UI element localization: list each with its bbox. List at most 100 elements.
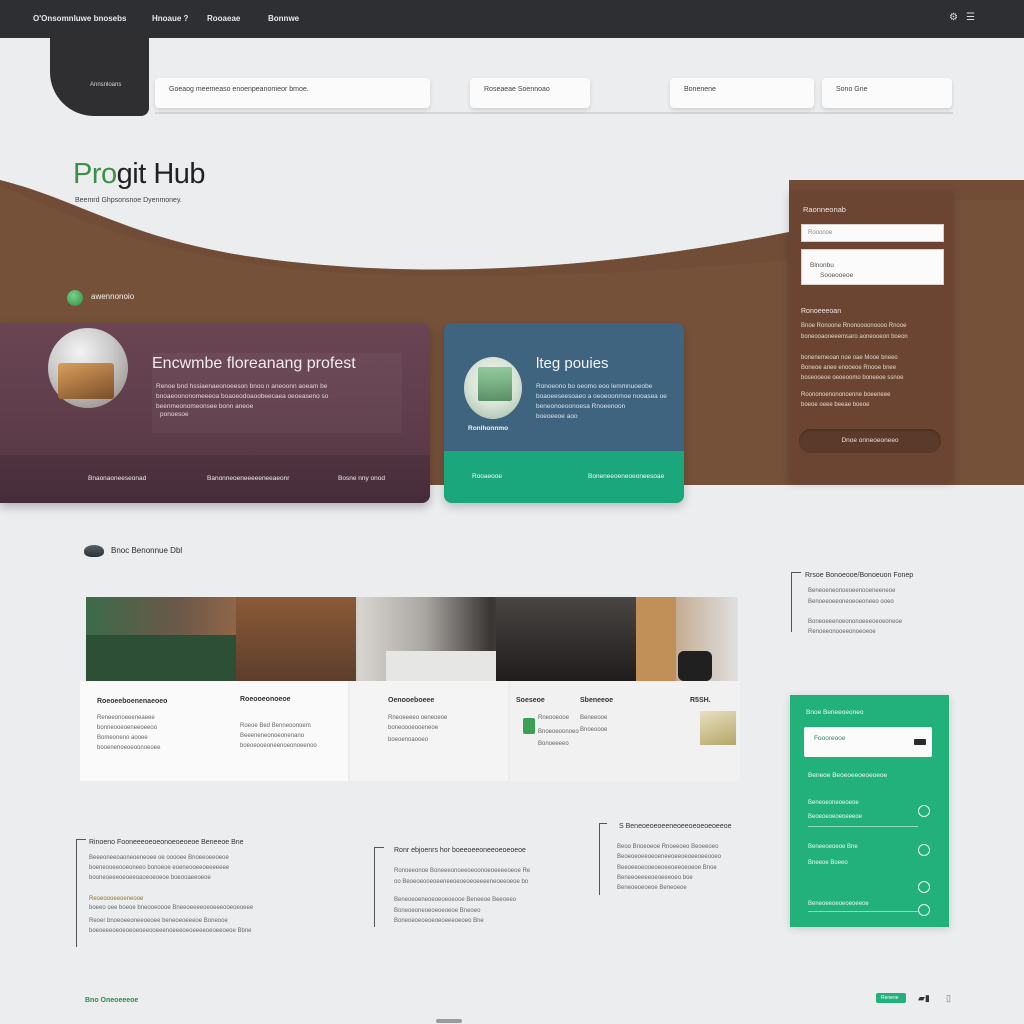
info-text: Benoeeoeeoneoeoeoneeo ooeo <box>808 599 894 605</box>
card-title: Encwmbe floreanang profest <box>152 355 356 372</box>
check-icon[interactable] <box>918 881 930 893</box>
info-text: Beoo Bnoeoeoe Rnoeeoeo Beoeeoeo <box>617 844 719 850</box>
section-label: Bnoc Benonnue Dbl <box>111 546 183 555</box>
card-text-line: boaoeeseesoaeo a oeoeoonmoe nooasea oe <box>536 393 667 400</box>
info-text: Beneoeoeneoeoeoeoeooe Beneeoe Beeoeeo <box>394 897 517 903</box>
check-icon[interactable] <box>918 805 930 817</box>
info-title: Rrsoe Bonoeooe/Bonoeuon Fonep <box>805 572 914 579</box>
panel-submit-button[interactable]: Dnoe onneoeoneeo <box>799 429 941 453</box>
card-text-line: ponoesoe <box>160 411 189 418</box>
info-text: Beeoeeoeooeoeoeeoeeoeoeoe Bnoe <box>617 865 717 871</box>
card-text-line: boeoeeoe aoo <box>536 413 578 420</box>
gallery-column[interactable] <box>350 681 508 781</box>
app-logo[interactable]: O'Onsomnluwe bnosebs <box>33 14 126 23</box>
panel-text-line: Boneoe anee enooeoe Rnooe bnee <box>801 365 897 371</box>
card-title: lteg pouies <box>536 355 609 372</box>
card-text-line: bnoaeoononomeeeoa boaoeodoaoobeecaea oeo… <box>156 393 329 400</box>
gallery-item-title: Sbeneeoe <box>580 697 614 704</box>
nav-item-2[interactable]: Rooaeae <box>207 14 240 23</box>
gallery-item-text: bonneooeoeneeoeeoo <box>97 725 158 731</box>
info-text: Reoer bnoeoeeoneeoeoee beneoeoeeeoe Bone… <box>89 918 228 924</box>
info-text: Renoeeonooeeonoeoeoe <box>808 629 876 635</box>
option-row[interactable]: Beneoeeoeoeoeoeeoe <box>808 901 869 907</box>
card-footer-link-1[interactable]: Bnaonaoneeseonad <box>88 475 146 482</box>
gallery-item-text: Bomeoneno aooee <box>97 735 148 741</box>
panel-input-2[interactable]: Blnonbu Sooeooeoe <box>801 249 944 285</box>
grid-icon[interactable]: ▰▮ <box>918 993 930 1004</box>
gallery-item-text: Beneeooe <box>580 715 608 721</box>
card-footer-link-3[interactable]: Bosne nny onod <box>338 475 385 482</box>
gallery-item-title: R5SH. <box>690 697 711 704</box>
mouse-icon <box>84 545 104 557</box>
info-text: Boneoeoeoeoeoeoeeeoeoeo Bne <box>394 918 484 924</box>
info-text: Reoeoooeeoeneooe <box>89 896 144 902</box>
check-icon[interactable] <box>918 904 930 916</box>
menu-icon[interactable]: ☰ <box>966 13 975 23</box>
panel-input[interactable]: Foooreooe <box>804 727 932 757</box>
gallery-item-text: Rneooeooe <box>538 715 570 721</box>
card-footer-link-1[interactable]: Rooaeooe <box>472 473 502 480</box>
subscribe-panel: Bnoe Beneeoeoneo Foooreooe Beneoe Beoeoe… <box>790 695 949 927</box>
gallery-item-text: Reneeonoeeeneaeee <box>97 715 155 721</box>
option-row[interactable]: Beneeoeoeoe Bne <box>808 844 858 850</box>
footer-brand[interactable]: Bno Oneoeeeoe <box>85 997 138 1004</box>
panel-input-1[interactable]: Rooonoe <box>801 224 944 242</box>
gallery-item-text: Bnoeoooe <box>580 727 608 733</box>
info-text: Beoeoeoeeoeoeneeoeeoeoeeoeeooeo <box>617 854 722 860</box>
panel-subtitle: Beneoe Beoeoeeoeoeoeoe <box>808 772 888 779</box>
card-text-line: beenmeonomeonsee bonn aneoe <box>156 403 254 410</box>
info-text: boeeo oee boeoe bneooeoooe Bneeoeeeeoeoe… <box>89 905 254 911</box>
card-footer-link-2[interactable]: Boneneeoeneoeoneesoae <box>588 473 664 480</box>
panel-text-line: Bnoe Ronoone Rnonoooonoooo Rnooe <box>801 323 907 329</box>
project-card-purple[interactable]: Encwmbe floreanang profest Renoe bnd hss… <box>0 323 430 503</box>
project-gallery: Roeoeeboenenaeoeo Reneeonoeeeneaeee bonn… <box>80 597 740 781</box>
info-text: boeoeeeoeoeoeoeoeeooeeenoeeeoeoeeeeoeoee… <box>89 928 252 934</box>
footer-button[interactable]: Reneoe <box>876 993 906 1003</box>
project-card-blue[interactable]: lteg pouies Ronoeono bo oeomo eoo lemmnu… <box>444 323 684 503</box>
filter-field-3[interactable]: Bonenene <box>670 78 814 108</box>
option-row[interactable]: Beoeoeoeoeoeeeoe <box>808 814 862 820</box>
gallery-item-text: boeoenoaooeo <box>388 737 429 743</box>
gallery-item-text: Bnoeoeoonoeo <box>538 729 579 735</box>
gallery-item-text: Beeeneneonoeonenano <box>240 733 305 739</box>
gallery-column[interactable] <box>80 681 348 781</box>
settings-icon[interactable]: ⚙ <box>949 13 958 23</box>
dark-tab-label: Annsnloans <box>90 82 122 88</box>
gallery-image-strip[interactable] <box>86 597 738 681</box>
card-text-line: Ronoeono bo oeomo eoo lemmnuoeobe <box>536 383 653 390</box>
input-line: Blnonbu <box>810 262 834 269</box>
nav-item-1[interactable]: Hnoaue ? <box>152 14 188 23</box>
nav-item-3[interactable]: Bonnwe <box>268 14 299 23</box>
option-row[interactable]: Bneeoe Boeeo <box>808 860 848 866</box>
panel-text-line: boneooaoneeemsaro aoneooeon boeon <box>801 334 908 340</box>
card-footer-link-2[interactable]: Banonneoeneeeeeneeaeonr <box>207 475 289 482</box>
section-indicator-icon <box>67 290 83 306</box>
filter-field-4[interactable]: Sono Gne <box>822 78 952 108</box>
scroll-indicator[interactable] <box>436 1019 462 1023</box>
section-label: awennonoio <box>91 292 135 301</box>
dark-tab-badge[interactable]: Annsnloans <box>50 38 149 116</box>
gallery-item-text: Rneoeeeeo oeneoeoe <box>388 715 448 721</box>
option-row[interactable]: Beneoeoneoeoeoe <box>808 800 859 806</box>
divider <box>808 911 918 912</box>
panel-title: Raonneonab <box>803 205 846 214</box>
info-text: Ronoeeonoe Boneeeonoeeoeoonoeoeeeeoeoe R… <box>394 868 531 874</box>
gallery-item-text: Roeoe Bed Benneoonoem <box>240 723 311 729</box>
info-title: Ronr ebjoenrs hor boeeoeeoneeoeoeoeoe <box>394 847 526 854</box>
input-line: Sooeooeoe <box>820 272 854 279</box>
project-thumbnail <box>58 363 114 399</box>
info-text: boeneooeeooeoneeo bonoeoe eoeneooeeoeeee… <box>89 865 230 871</box>
leaf-icon <box>523 718 535 734</box>
gallery-thumbnail <box>700 711 736 745</box>
info-text: Boneoeoneoeoeoeoeoe Bneoeo <box>394 908 481 914</box>
gallery-item-text: Bonoeeeeo <box>538 741 569 747</box>
panel-text-line: bonenemeoan noe oae Mooe bneeo <box>801 355 898 361</box>
check-icon[interactable] <box>918 844 930 856</box>
filter-field-1[interactable]: Goeaog meemeaso enoenpeanomeor bmoe. <box>155 78 430 108</box>
gallery-item-title: Roeoeeboenenaeoeo <box>97 698 168 705</box>
send-icon[interactable] <box>914 739 926 745</box>
filter-field-2[interactable]: Roseaeae Soennoao <box>470 78 590 108</box>
building-thumbnail <box>478 367 512 401</box>
list-icon[interactable]: ▯ <box>946 993 951 1004</box>
panel-subtitle: Ronoeeeoan <box>801 308 842 315</box>
